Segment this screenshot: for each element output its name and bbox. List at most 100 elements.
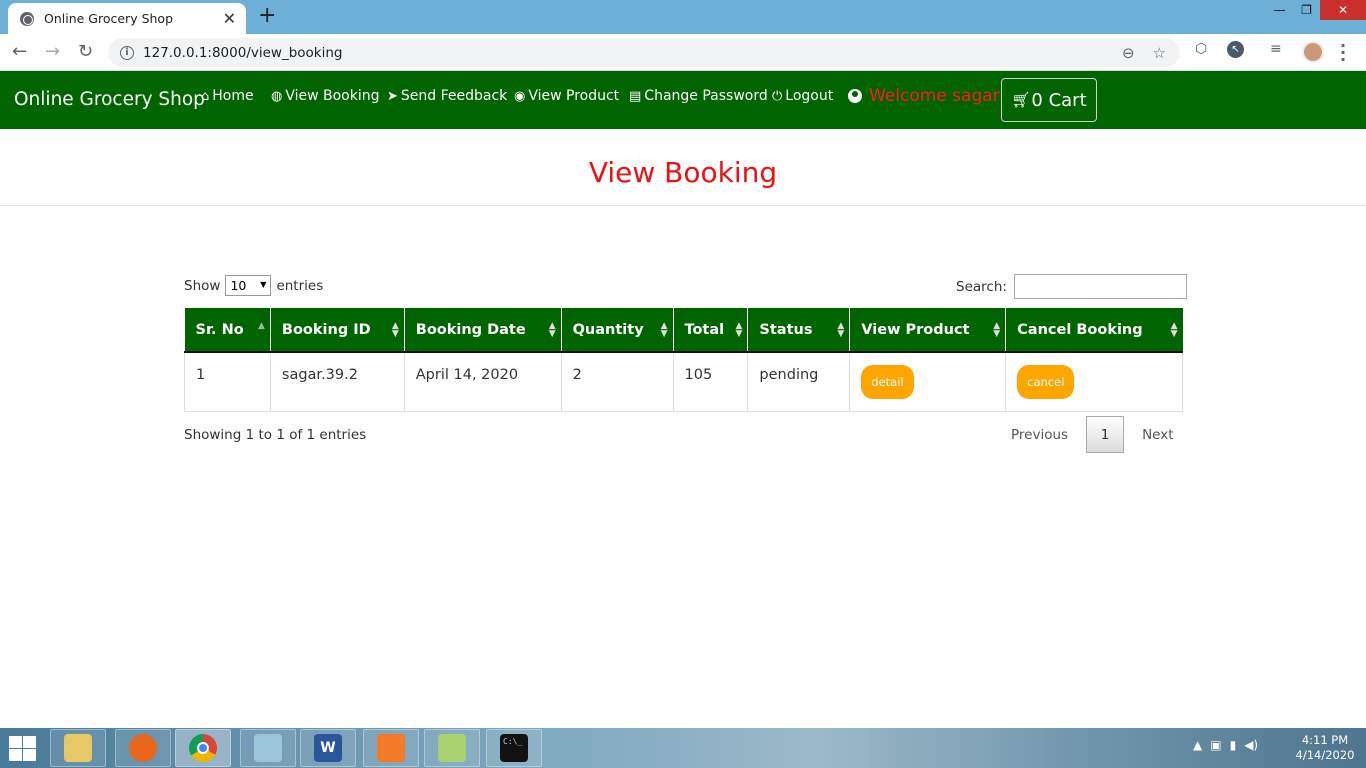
command-prompt-icon[interactable]: C:\_ <box>486 729 542 767</box>
cart-icon: 🛒︎ <box>1011 91 1031 109</box>
close-window-button[interactable]: ✕ <box>1320 0 1366 20</box>
column-header-sr-no[interactable]: Sr. No ▲ <box>184 308 271 353</box>
column-header-label: Total <box>684 321 725 338</box>
info-icon[interactable]: i <box>120 45 134 60</box>
cell-view-product: detail <box>849 352 1007 412</box>
chrome-icon[interactable] <box>175 729 231 767</box>
brand-link[interactable]: Online Grocery Shop <box>14 89 205 110</box>
pagination: Previous 1 Next <box>1000 416 1185 453</box>
browser-tab[interactable]: Online Grocery Shop ✕ <box>8 3 246 34</box>
nav-home-label: Home <box>212 88 254 104</box>
next-page-button[interactable]: Next <box>1131 427 1184 443</box>
sort-icon: ▲ ▼ <box>660 321 668 339</box>
firefox-icon[interactable] <box>115 729 171 767</box>
notepad-plus-icon[interactable] <box>424 729 480 767</box>
home-icon: ⌂ <box>201 88 210 104</box>
page-1-button[interactable]: 1 <box>1086 416 1125 453</box>
sort-icon: ▲ ▼ <box>735 321 743 339</box>
network-icon[interactable]: ▣ <box>1210 738 1221 752</box>
show-label: Show <box>184 277 221 294</box>
dashboard-icon: ◍ <box>271 88 283 104</box>
user-icon <box>848 89 862 103</box>
previous-page-button[interactable]: Previous <box>1000 427 1079 443</box>
column-header-quantity[interactable]: Quantity ▲ ▼ <box>561 308 674 353</box>
cell-booking-date: April 14, 2020 <box>404 352 562 412</box>
column-header-label: Sr. No <box>195 321 244 338</box>
sort-icon: ▲ ▼ <box>548 321 556 339</box>
column-header-cancel-booking[interactable]: Cancel Booking ▲ ▼ <box>1005 308 1183 353</box>
table-info: Showing 1 to 1 of 1 entries <box>184 427 367 443</box>
cell-status: pending <box>747 352 851 412</box>
back-icon[interactable]: ← <box>12 42 27 62</box>
clock-time: 4:11 PM <box>1301 733 1349 747</box>
forward-icon[interactable]: → <box>45 42 60 62</box>
table-header-row: Sr. No ▲ Booking ID ▲ ▼ Booking Date ▲ ▼ Quan… <box>184 308 1183 353</box>
cart-label: 0 Cart <box>1031 89 1087 111</box>
extension-cube-icon[interactable]: ⬡ <box>1195 41 1207 57</box>
cell-sr-no: 1 <box>184 352 271 412</box>
globe-icon <box>20 11 34 26</box>
column-header-booking-date[interactable]: Booking Date ▲ ▼ <box>404 308 562 353</box>
nav-logout[interactable]: ⏻ Logout <box>772 88 833 104</box>
cart-button[interactable]: 🛒︎ 0 Cart <box>1001 78 1097 122</box>
xampp-icon[interactable] <box>363 729 419 767</box>
column-header-view-product[interactable]: View Product ▲ ▼ <box>849 308 1007 353</box>
column-header-booking-id[interactable]: Booking ID ▲ ▼ <box>270 308 405 353</box>
file-explorer-icon[interactable] <box>50 729 106 767</box>
tray-expand-icon[interactable]: ▲ <box>1193 738 1202 752</box>
cell-total: 105 <box>673 352 749 412</box>
eye-icon: ◉ <box>514 88 526 104</box>
browser-menu-icon[interactable]: · · · <box>1340 38 1346 68</box>
nav-home[interactable]: ⌂ Home <box>201 88 254 104</box>
taskbar: W C:\_ ▲ ▣ ▮ ◀) 4:11 PM 4/14/2020 <box>0 728 1366 768</box>
extension-cursor-icon[interactable]: ↖ <box>1227 41 1244 58</box>
nav-send-feedback-label: Send Feedback <box>400 88 508 104</box>
window-controls: — ❐ ✕ <box>1266 0 1366 22</box>
nav-change-password-label: Change Password <box>644 88 768 104</box>
restore-button[interactable]: ❐ <box>1293 0 1320 20</box>
title-divider <box>0 205 1366 206</box>
windows-start-icon[interactable] <box>6 734 38 762</box>
zoom-icon[interactable]: ⊖ <box>1122 44 1135 62</box>
page-length-control: Show 10 entries <box>184 275 323 296</box>
browser-toolbar: ← → ↻ i 127.0.0.1:8000/view_booking ⊖ ☆ <box>0 34 1366 71</box>
nav-send-feedback[interactable]: ➤ Send Feedback <box>387 88 507 104</box>
send-icon: ➤ <box>387 88 398 104</box>
volume-icon[interactable]: ◀) <box>1244 738 1258 752</box>
search-label: Search: <box>956 278 1007 295</box>
notes-app-icon[interactable] <box>240 729 296 767</box>
cell-cancel-booking: cancel <box>1005 352 1183 412</box>
media-queue-icon[interactable]: ≡ <box>1270 41 1282 57</box>
column-header-label: View Product <box>861 321 970 338</box>
column-header-label: Status <box>759 321 813 338</box>
detail-button[interactable]: detail <box>861 365 914 399</box>
column-header-total[interactable]: Total ▲ ▼ <box>673 308 749 353</box>
document-icon: ▤ <box>629 88 642 104</box>
minimize-button[interactable]: — <box>1266 0 1293 20</box>
cell-booking-id: sagar.39.2 <box>270 352 405 412</box>
tab-close-icon[interactable]: ✕ <box>223 9 236 28</box>
new-tab-button[interactable]: + <box>258 4 276 28</box>
address-bar[interactable]: i 127.0.0.1:8000/view_booking ⊖ ☆ <box>108 38 1180 67</box>
nav-change-password[interactable]: ▤ Change Password <box>629 88 768 104</box>
booking-table: Sr. No ▲ Booking ID ▲ ▼ Booking Date ▲ ▼ Quan… <box>184 308 1183 412</box>
power-status-icon[interactable]: ▮ <box>1230 738 1237 752</box>
bookmark-star-icon[interactable]: ☆ <box>1153 44 1166 62</box>
profile-avatar[interactable] <box>1302 41 1324 63</box>
reload-icon[interactable]: ↻ <box>78 42 93 62</box>
nav-view-product[interactable]: ◉ View Product <box>514 88 619 104</box>
system-tray: ▲ ▣ ▮ ◀) <box>1193 738 1258 752</box>
nav-view-booking[interactable]: ◍ View Booking <box>271 88 380 104</box>
nav-view-booking-label: View Booking <box>285 88 380 104</box>
taskbar-clock[interactable]: 4:11 PM 4/14/2020 <box>1288 733 1362 763</box>
word-icon[interactable]: W <box>300 729 356 767</box>
url-text: 127.0.0.1:8000/view_booking <box>143 44 343 61</box>
sort-ascending-icon: ▲ <box>257 321 265 331</box>
column-header-status[interactable]: Status ▲ ▼ <box>747 308 851 353</box>
search-input[interactable] <box>1013 274 1187 299</box>
cancel-booking-button[interactable]: cancel <box>1017 365 1075 399</box>
page-length-select[interactable]: 10 <box>225 275 272 296</box>
tab-title: Online Grocery Shop <box>44 11 174 26</box>
sort-icon: ▲ ▼ <box>1170 321 1178 339</box>
column-header-label: Quantity <box>572 321 644 338</box>
